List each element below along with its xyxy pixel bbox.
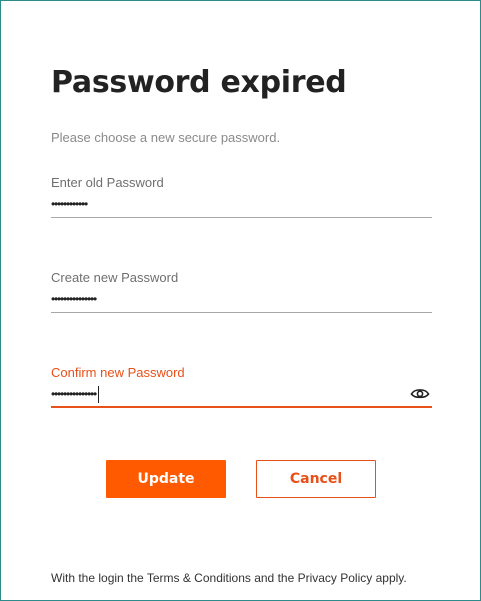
old-password-label: Enter old Password xyxy=(51,175,164,190)
confirm-password-label: Confirm new Password xyxy=(51,365,185,380)
old-password-input[interactable] xyxy=(51,193,432,218)
new-password-input[interactable] xyxy=(51,288,432,313)
new-password-field: Create new Password ••••••••••••••• xyxy=(51,270,432,318)
cancel-button[interactable]: Cancel xyxy=(256,460,376,498)
page-subtitle: Please choose a new secure password. xyxy=(51,130,281,145)
old-password-field: Enter old Password •••••••••••• xyxy=(51,175,432,223)
new-password-label: Create new Password xyxy=(51,270,179,285)
confirm-password-value-wrap: ••••••••••••••• xyxy=(51,384,100,404)
text-caret xyxy=(98,386,100,404)
old-password-value: •••••••••••• xyxy=(51,197,88,211)
confirm-password-field: Confirm new Password ••••••••••••••• xyxy=(51,365,432,413)
update-button[interactable]: Update xyxy=(106,460,226,498)
confirm-password-input[interactable] xyxy=(51,383,432,408)
eye-icon[interactable] xyxy=(410,385,430,401)
confirm-password-value: ••••••••••••••• xyxy=(51,387,97,401)
dialog-frame: Password expired Please choose a new sec… xyxy=(0,0,481,601)
page-title: Password expired xyxy=(51,65,347,100)
new-password-value: ••••••••••••••• xyxy=(51,292,97,306)
legal-footer: With the login the Terms & Conditions an… xyxy=(51,571,407,585)
